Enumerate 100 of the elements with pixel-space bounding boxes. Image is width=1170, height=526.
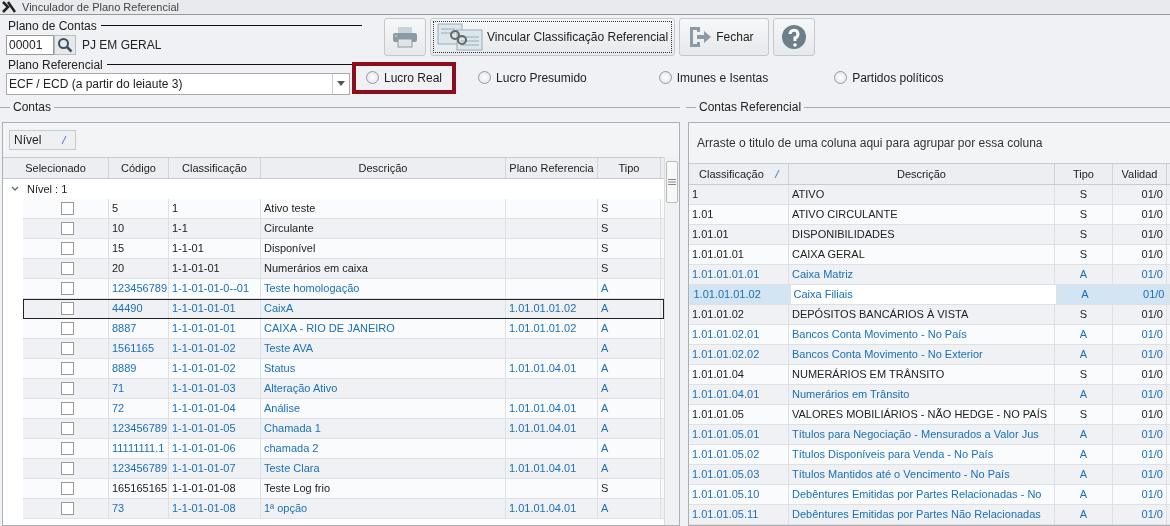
- table-cell: 01/0: [1113, 325, 1167, 344]
- link-classification-button[interactable]: Vincular Classificação Referencial: [430, 17, 676, 56]
- table-cell: A: [598, 299, 661, 318]
- table-cell: Teste homologação: [261, 279, 506, 298]
- table-cell: A: [1055, 465, 1113, 484]
- row-checkbox[interactable]: [60, 242, 74, 255]
- table-cell: Caixa Filiais: [790, 285, 1057, 304]
- column-header[interactable]: Descrição: [261, 158, 506, 178]
- table-cell: 1-1-01-01-07: [169, 459, 261, 478]
- exit-icon: [688, 25, 713, 48]
- column-header[interactable]: Selecionado: [3, 158, 109, 178]
- table-cell: A: [598, 359, 661, 378]
- table-cell: S: [598, 479, 661, 498]
- row-checkbox[interactable]: [60, 482, 74, 495]
- regime-radio[interactable]: Lucro Real: [352, 61, 457, 94]
- table-cell: S: [598, 199, 661, 218]
- table-cell: 01/0: [1113, 405, 1167, 424]
- table-cell: ATIVO CIRCULANTE: [789, 205, 1055, 224]
- column-header[interactable]: Código: [109, 158, 169, 178]
- table-cell: 1: [689, 185, 789, 204]
- code-field[interactable]: 00001: [6, 34, 54, 55]
- row-checkbox[interactable]: [60, 262, 74, 275]
- table-cell: 01/0: [1113, 185, 1167, 204]
- row-checkbox[interactable]: [60, 422, 74, 435]
- group-chip[interactable]: Nível: [9, 130, 77, 150]
- table-cell: Títulos para Negociação - Mensurados a Valor Jus: [789, 425, 1055, 444]
- account-plan-name: PJ EM GERAL: [82, 37, 162, 52]
- table-cell: A: [1055, 265, 1113, 284]
- search-button[interactable]: [54, 34, 76, 55]
- row-checkbox[interactable]: [60, 322, 74, 335]
- table-cell: VALORES MOBILIÁRIOS - NÃO HEDGE - NO PAÍS: [789, 405, 1055, 424]
- table-cell: 1.01.01.05.02: [689, 445, 789, 464]
- panel-title: Contas: [10, 100, 55, 114]
- table-cell: 01/0: [1113, 245, 1167, 264]
- window-title: Vinculador de Plano Referencial: [22, 0, 179, 13]
- table-cell: 1-1-01: [169, 239, 261, 258]
- table-cell: 1-1-01-01-02: [169, 359, 261, 378]
- table-cell: 1.01.01.01.02: [506, 299, 598, 318]
- table-cell: 1-1-01-01-05: [169, 419, 261, 438]
- row-checkbox[interactable]: [60, 382, 74, 395]
- column-header[interactable]: Classificação: [169, 158, 261, 178]
- caret-icon: [337, 81, 345, 87]
- regime-radio[interactable]: Partidos políticos: [820, 61, 958, 94]
- table-cell: 1-1: [169, 219, 261, 238]
- table-cell: 01/0: [1114, 285, 1169, 304]
- table-cell: A: [1056, 285, 1115, 304]
- scrollbar[interactable]: [664, 157, 679, 525]
- table-cell: Debêntures Emitidas por Partes Relacionadas - No: [789, 485, 1055, 504]
- row-checkbox[interactable]: [60, 502, 74, 515]
- table-cell: Ativo teste: [261, 199, 506, 218]
- table-cell: 1-1-01-01-0--01: [169, 279, 261, 298]
- table-cell: 15: [109, 239, 169, 258]
- table-cell: CaixA: [261, 299, 506, 318]
- table-cell: 1-1-01-01: [169, 259, 261, 278]
- table-cell: Bancos Conta Movimento - No Exterior: [789, 345, 1055, 364]
- table-cell: 1.01.01.01.02: [506, 319, 598, 338]
- table-cell: A: [598, 339, 661, 358]
- table-cell: Teste AVA: [261, 339, 506, 358]
- row-checkbox[interactable]: [60, 302, 74, 315]
- row-checkbox[interactable]: [60, 202, 74, 215]
- plan-dropdown[interactable]: ECF / ECD (a partir do leiaute 3): [6, 72, 350, 95]
- column-header[interactable]: Classificação: [689, 164, 789, 184]
- row-checkbox[interactable]: [60, 402, 74, 415]
- regime-radio[interactable]: Lucro Presumido: [464, 61, 601, 94]
- table-cell: 01/0: [1113, 485, 1167, 504]
- group-by-hint: Arraste o titulo de uma coluna aqui para agrupar por essa coluna: [697, 136, 1043, 150]
- row-checkbox[interactable]: [60, 462, 74, 475]
- table-cell: 1.01.01.04.01: [506, 499, 598, 518]
- table-cell: 1.01: [689, 205, 789, 224]
- collapse-icon[interactable]: [11, 186, 19, 192]
- column-header[interactable]: Validad: [1113, 164, 1167, 184]
- table-cell: 1-1-01-01-08: [169, 479, 261, 498]
- table-cell: Numerários em Trânsito: [789, 385, 1055, 404]
- table-cell: Títulos Disponíveis para Venda - No País: [789, 445, 1055, 464]
- column-header[interactable]: Tipo: [598, 158, 661, 178]
- help-button[interactable]: [773, 17, 816, 56]
- table-cell: Numerários em caixa: [261, 259, 506, 278]
- table-cell: 73: [109, 499, 169, 518]
- table-cell: 1-1-01-01-06: [169, 439, 261, 458]
- print-button[interactable]: [384, 17, 426, 56]
- table-cell: 01/0: [1113, 505, 1167, 524]
- regime-radio[interactable]: Imunes e Isentas: [644, 61, 783, 94]
- table-cell: A: [1055, 325, 1113, 344]
- close-button[interactable]: Fechar: [679, 17, 770, 56]
- column-header[interactable]: Tipo: [1055, 164, 1113, 184]
- row-checkbox[interactable]: [60, 342, 74, 355]
- table-cell: Teste Clara: [261, 459, 506, 478]
- panel-title: Contas Referencial: [696, 100, 805, 114]
- sort-icon: [774, 170, 780, 178]
- table-cell: 5: [109, 199, 169, 218]
- row-checkbox[interactable]: [60, 282, 74, 295]
- table-cell: 165165165: [109, 479, 169, 498]
- row-checkbox[interactable]: [60, 442, 74, 455]
- row-checkbox[interactable]: [60, 362, 74, 375]
- row-checkbox[interactable]: [60, 222, 74, 235]
- column-header[interactable]: Descrição: [789, 164, 1055, 184]
- table-cell: A: [1055, 485, 1113, 504]
- table-cell: 1-1-01-01-01: [169, 319, 261, 338]
- table-cell: 01/0: [1113, 465, 1167, 484]
- column-header[interactable]: Plano Referencia: [506, 158, 598, 178]
